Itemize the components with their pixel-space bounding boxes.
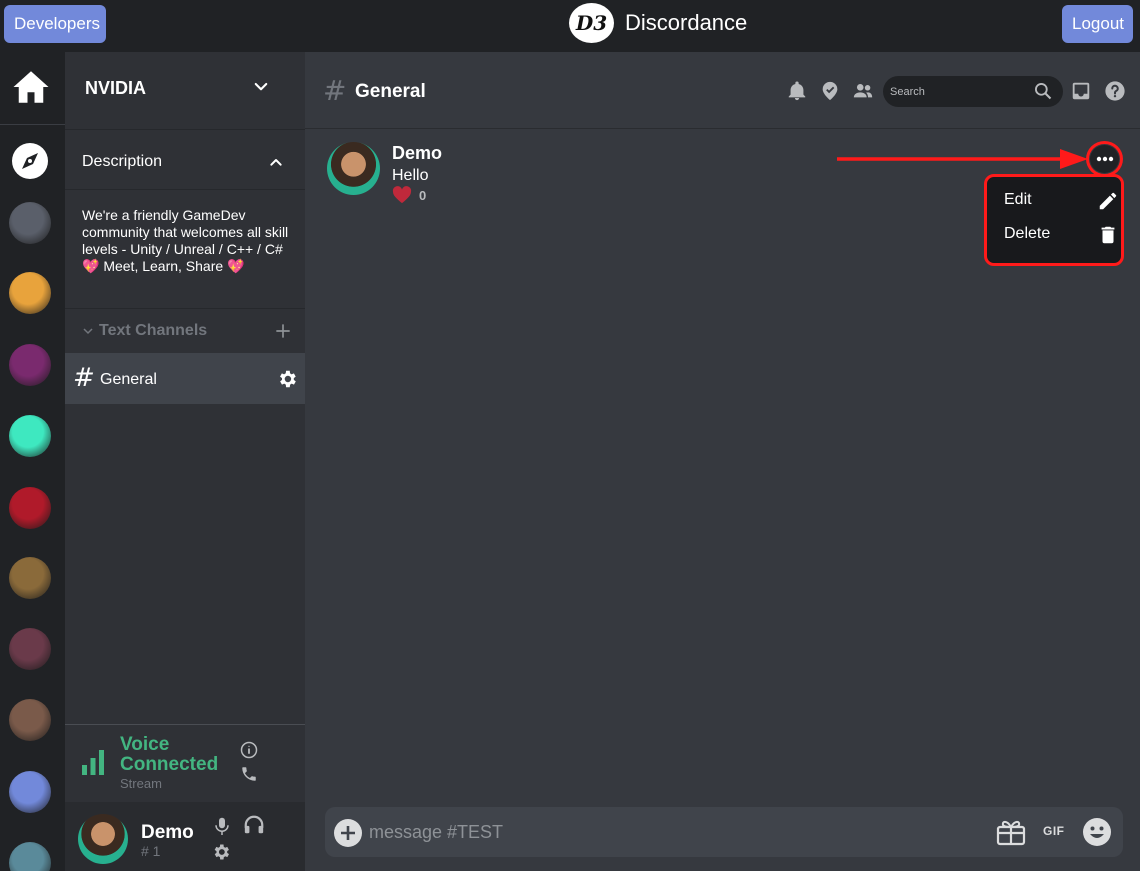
server-icon-8[interactable] xyxy=(9,699,51,741)
user-name: Demo xyxy=(141,822,194,843)
delete-menu-item[interactable]: Delete xyxy=(987,219,1121,251)
description-title: Description xyxy=(82,153,163,170)
gear-icon[interactable] xyxy=(276,368,298,390)
rail-divider xyxy=(0,124,65,125)
info-icon[interactable] xyxy=(240,741,258,759)
server-icon-10[interactable] xyxy=(9,842,51,871)
search-input[interactable] xyxy=(890,82,1030,101)
trash-icon xyxy=(1101,226,1115,244)
message-composer: GIF xyxy=(325,807,1123,857)
heart-icon xyxy=(392,186,412,204)
chat-main: # General Search Demo Hello 0 Edit Delet… xyxy=(305,52,1140,871)
edit-label: Edit xyxy=(1004,191,1032,208)
pin-icon[interactable] xyxy=(819,80,841,102)
message-options-menu: Edit Delete xyxy=(984,174,1124,266)
server-header[interactable]: NVIDIA xyxy=(65,52,305,130)
user-panel: Demo # 1 xyxy=(65,802,305,871)
more-options-button[interactable] xyxy=(1090,145,1119,173)
server-rail xyxy=(0,52,65,871)
plus-icon xyxy=(341,826,355,840)
user-tag: # 1 xyxy=(141,843,161,859)
search-box[interactable] xyxy=(883,76,1063,107)
message-text: Hello xyxy=(392,167,429,184)
home-icon[interactable] xyxy=(10,66,52,108)
chevron-up-icon[interactable] xyxy=(268,154,284,170)
bell-icon[interactable] xyxy=(786,80,808,102)
chat-header: # General xyxy=(305,52,1140,129)
server-icon-7[interactable] xyxy=(9,628,51,670)
voice-substatus: Stream xyxy=(120,776,162,791)
signal-bars-icon xyxy=(82,750,104,775)
hash-icon: # xyxy=(73,363,95,393)
channel-label: General xyxy=(100,371,157,388)
inbox-icon[interactable] xyxy=(1070,80,1092,102)
developers-button[interactable]: Developers xyxy=(4,5,106,43)
explore-compass-icon[interactable] xyxy=(9,140,51,182)
headphones-icon[interactable] xyxy=(243,814,265,836)
chevron-down-icon xyxy=(83,328,93,335)
ellipsis-icon xyxy=(1096,156,1113,162)
pencil-icon xyxy=(1099,192,1117,210)
reaction-count: 0 xyxy=(419,187,427,203)
reaction[interactable]: 0 xyxy=(392,186,426,204)
message-input[interactable] xyxy=(369,821,969,843)
text-channels-header[interactable]: Text Channels xyxy=(82,322,207,340)
help-icon[interactable] xyxy=(1104,80,1126,102)
brand-name: Discordance xyxy=(625,10,748,35)
add-attachment-button[interactable] xyxy=(334,819,362,847)
server-name: NVIDIA xyxy=(85,78,147,98)
description-text: We're a friendly GameDev community that … xyxy=(82,207,289,274)
description-header[interactable]: Description xyxy=(65,138,305,190)
text-channels-label: Text Channels xyxy=(99,322,208,339)
phone-disconnect-icon[interactable] xyxy=(240,765,258,783)
server-icon-6[interactable] xyxy=(9,557,51,599)
hash-icon: # xyxy=(323,74,347,107)
members-icon[interactable] xyxy=(852,80,874,102)
logout-button[interactable]: Logout xyxy=(1062,5,1133,43)
channel-sidebar: NVIDIA Description We're a friendly Game… xyxy=(65,52,305,871)
sidebar-divider xyxy=(65,308,305,309)
voice-status: Voice Connected xyxy=(120,734,219,775)
gif-button[interactable]: GIF xyxy=(1043,824,1065,838)
server-icon-9[interactable] xyxy=(9,771,51,813)
annotation-arrow-icon xyxy=(837,149,1088,169)
delete-label: Delete xyxy=(1004,225,1051,242)
top-bar: Developers D3 Discordance Logout xyxy=(0,0,1140,52)
edit-menu-item[interactable]: Edit xyxy=(987,185,1121,217)
search-icon[interactable] xyxy=(1033,81,1053,101)
channel-title: General xyxy=(355,81,426,102)
server-icon-3[interactable] xyxy=(9,344,51,386)
server-icon-5[interactable] xyxy=(9,487,51,529)
chevron-down-icon[interactable] xyxy=(252,78,270,96)
brand: D3 Discordance xyxy=(569,3,747,43)
server-icon-4[interactable] xyxy=(9,415,51,457)
avatar[interactable] xyxy=(327,142,380,195)
brand-logo: D3 xyxy=(569,3,614,43)
server-icon-1[interactable] xyxy=(9,202,51,244)
emoji-icon[interactable] xyxy=(1082,817,1112,847)
avatar[interactable] xyxy=(78,814,128,864)
voice-panel: Voice Connected Stream xyxy=(65,724,305,802)
server-icon-2[interactable] xyxy=(9,272,51,314)
channel-item-general[interactable]: # General xyxy=(65,353,305,404)
message-author[interactable]: Demo xyxy=(392,143,442,164)
add-channel-icon[interactable] xyxy=(273,321,293,341)
settings-gear-icon[interactable] xyxy=(211,842,231,862)
microphone-icon[interactable] xyxy=(213,816,231,836)
gift-icon[interactable] xyxy=(996,818,1026,846)
